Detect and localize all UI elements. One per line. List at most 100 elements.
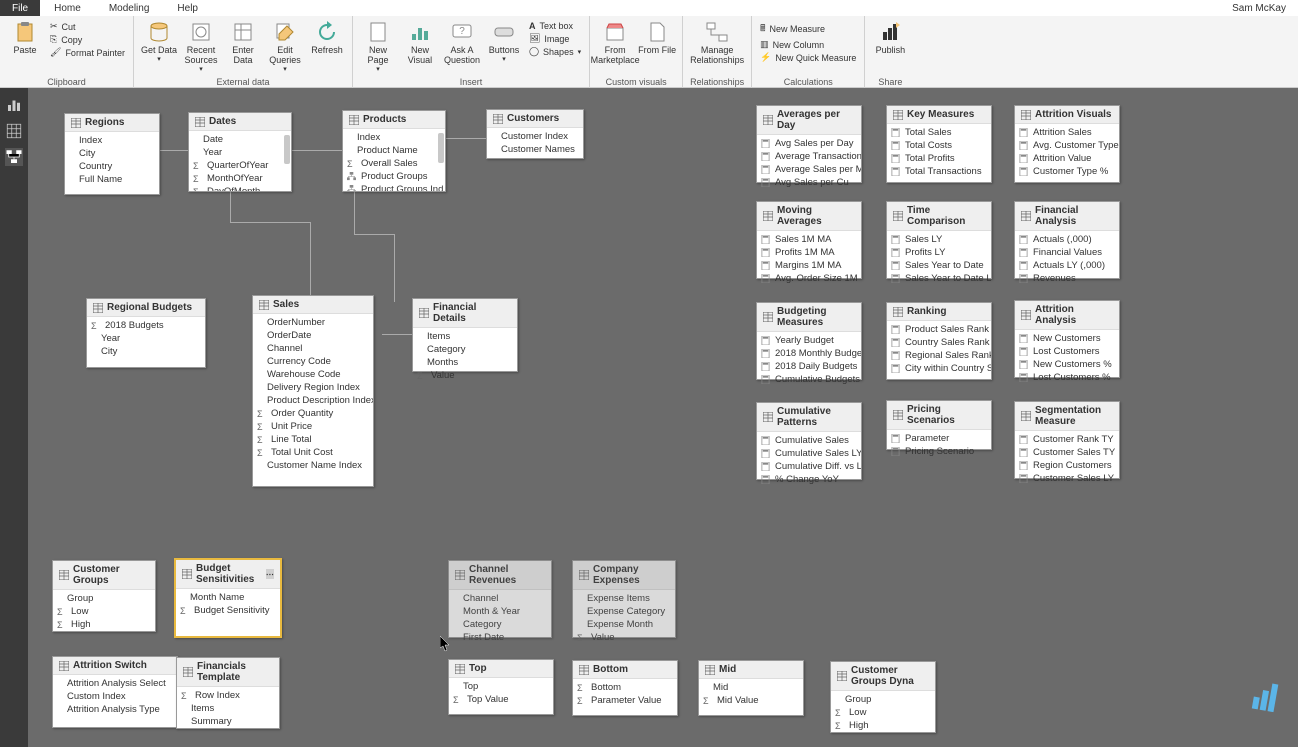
- table-header[interactable]: Top: [449, 660, 553, 678]
- table-field[interactable]: Index: [65, 134, 159, 147]
- table-field[interactable]: Summary: [177, 715, 279, 728]
- table-header[interactable]: Attrition Visuals: [1015, 106, 1119, 124]
- table-field[interactable]: Avg. Customer Type per: [1015, 139, 1119, 152]
- table-field[interactable]: Channel: [253, 342, 373, 355]
- table-field[interactable]: Actuals (,000): [1015, 233, 1119, 246]
- table-field[interactable]: Expense Items: [573, 592, 675, 605]
- table-field[interactable]: Country Sales Rank: [887, 336, 991, 349]
- table-header[interactable]: Ranking: [887, 303, 991, 321]
- table-field[interactable]: Date: [189, 133, 291, 146]
- format-painter-button[interactable]: 🖌Format Painter: [46, 46, 129, 59]
- table-financial-details[interactable]: Financial DetailsItemsCategoryMonthsΣVal…: [412, 298, 518, 372]
- table-field[interactable]: Yearly Budget: [757, 334, 861, 347]
- table-customer-groups-dyna[interactable]: Customer Groups DynaGroupΣLowΣHigh: [830, 661, 936, 733]
- table-field[interactable]: Cumulative Sales: [757, 434, 861, 447]
- table-field[interactable]: Warehouse Code: [253, 368, 373, 381]
- table-moving-averages[interactable]: Moving AveragesSales 1M MAProfits 1M MAM…: [756, 201, 862, 279]
- menu-file[interactable]: File: [0, 0, 40, 16]
- table-field[interactable]: Cumulative Budgets: [757, 373, 861, 386]
- enter-data-button[interactable]: Enter Data: [222, 18, 264, 77]
- table-averages-per-day[interactable]: Averages per DayAvg Sales per DayAverage…: [756, 105, 862, 183]
- table-field[interactable]: % Change YoY: [757, 473, 861, 486]
- table-field[interactable]: Attrition Sales: [1015, 126, 1119, 139]
- table-field[interactable]: First Date: [449, 631, 551, 644]
- table-field[interactable]: Average Transactions: [757, 150, 861, 163]
- table-field[interactable]: Product Groups Ind: [343, 183, 445, 191]
- table-field[interactable]: ΣMonthOfYear: [189, 172, 291, 185]
- new-visual-button[interactable]: New Visual: [399, 18, 441, 77]
- table-field[interactable]: Pricing Scenario: [887, 445, 991, 458]
- from-file-button[interactable]: From File: [636, 18, 678, 77]
- table-field[interactable]: ΣBudget Sensitivity: [176, 604, 280, 617]
- table-customers[interactable]: CustomersCustomer IndexCustomer Names: [486, 109, 584, 159]
- table-field[interactable]: ΣValue: [413, 369, 517, 382]
- table-cumulative-patterns[interactable]: Cumulative PatternsCumulative SalesCumul…: [756, 402, 862, 480]
- table-header[interactable]: Key Measures: [887, 106, 991, 124]
- table-field[interactable]: Year: [87, 332, 205, 345]
- table-field[interactable]: Revenues: [1015, 272, 1119, 285]
- table-header[interactable]: Sales: [253, 296, 373, 314]
- table-field[interactable]: City within Country S: [887, 362, 991, 375]
- table-header[interactable]: Company Expenses: [573, 561, 675, 590]
- table-pricing-scenarios[interactable]: Pricing ScenariosParameterPricing Scenar…: [886, 400, 992, 450]
- publish-button[interactable]: Publish: [869, 18, 911, 77]
- table-field[interactable]: ΣOverall Sales: [343, 157, 445, 170]
- table-time-comparison[interactable]: Time ComparisonSales LYProfits LYSales Y…: [886, 201, 992, 279]
- table-field[interactable]: Months: [413, 356, 517, 369]
- table-field[interactable]: Mid: [699, 681, 803, 694]
- table-field[interactable]: Customer Sales TY: [1015, 446, 1119, 459]
- buttons-button[interactable]: Buttons▾: [483, 18, 525, 77]
- table-header[interactable]: Customer Groups: [53, 561, 155, 590]
- table-field[interactable]: ΣLine Total: [253, 433, 373, 446]
- table-field[interactable]: ΣParameter Value: [573, 694, 677, 707]
- table-field[interactable]: Total Costs: [887, 139, 991, 152]
- table-sales[interactable]: SalesOrderNumberOrderDateChannelCurrency…: [252, 295, 374, 487]
- table-field[interactable]: Month & Year: [449, 605, 551, 618]
- table-header[interactable]: Customers: [487, 110, 583, 128]
- scrollbar-thumb[interactable]: [284, 135, 290, 164]
- table-field[interactable]: Sales Year to Date LY: [887, 272, 991, 285]
- paste-button[interactable]: Paste: [4, 18, 46, 77]
- table-ranking[interactable]: Ranking Product Sales RankCountry Sales R…: [886, 302, 992, 380]
- table-field[interactable]: Financial Values: [1015, 246, 1119, 259]
- new-quick-measure-button[interactable]: ⚡New Quick Measure: [756, 51, 860, 64]
- table-field[interactable]: Index: [343, 131, 445, 144]
- table-field[interactable]: Product Name: [343, 144, 445, 157]
- table-key-measures[interactable]: Key MeasuresTotal SalesTotal CostsTotal …: [886, 105, 992, 183]
- table-field[interactable]: Month Name: [176, 591, 280, 604]
- table-bottom[interactable]: BottomΣBottomΣParameter Value: [572, 660, 678, 716]
- table-top[interactable]: TopTopΣTop Value: [448, 659, 554, 715]
- menu-help[interactable]: Help: [163, 1, 212, 16]
- table-field[interactable]: Items: [177, 702, 279, 715]
- table-field[interactable]: ΣBottom: [573, 681, 677, 694]
- table-field[interactable]: New Customers: [1015, 332, 1119, 345]
- table-field[interactable]: Actuals LY (,000): [1015, 259, 1119, 272]
- table-field[interactable]: ΣUnit Price: [253, 420, 373, 433]
- table-field[interactable]: Sales Year to Date: [887, 259, 991, 272]
- table-field[interactable]: Profits 1M MA: [757, 246, 861, 259]
- table-regional-budgets[interactable]: Regional BudgetsΣ2018 BudgetsYearCity: [86, 298, 206, 368]
- table-field[interactable]: Total Profits: [887, 152, 991, 165]
- textbox-button[interactable]: AText box: [525, 20, 585, 32]
- table-field[interactable]: Avg Sales per Day: [757, 137, 861, 150]
- new-measure-button[interactable]: 🖩New Measure: [756, 20, 860, 38]
- table-header[interactable]: Regional Budgets: [87, 299, 205, 317]
- table-field[interactable]: Sales 1M MA: [757, 233, 861, 246]
- table-company-expenses[interactable]: Company ExpensesExpense ItemsExpense Cat…: [572, 560, 676, 638]
- table-field[interactable]: 2018 Monthly Budge: [757, 347, 861, 360]
- table-field[interactable]: ΣDayOfMonth: [189, 185, 291, 191]
- cut-button[interactable]: ✂Cut: [46, 20, 129, 33]
- copy-button[interactable]: ⎘Copy: [46, 33, 129, 46]
- model-view-icon[interactable]: [5, 148, 23, 166]
- get-data-button[interactable]: Get Data▾: [138, 18, 180, 77]
- table-header[interactable]: Financials Template: [177, 658, 279, 687]
- table-header[interactable]: Mid: [699, 661, 803, 679]
- table-field[interactable]: Lost Customers: [1015, 345, 1119, 358]
- table-field[interactable]: Product Sales Rank: [887, 323, 991, 336]
- table-header[interactable]: Channel Revenues: [449, 561, 551, 590]
- ask-question-button[interactable]: ?Ask A Question: [441, 18, 483, 77]
- table-field[interactable]: Attrition Analysis Type: [53, 703, 177, 716]
- new-column-button[interactable]: ▥New Column: [756, 38, 860, 51]
- table-field[interactable]: ΣValue: [573, 631, 675, 644]
- table-field[interactable]: ΣRow Index: [177, 689, 279, 702]
